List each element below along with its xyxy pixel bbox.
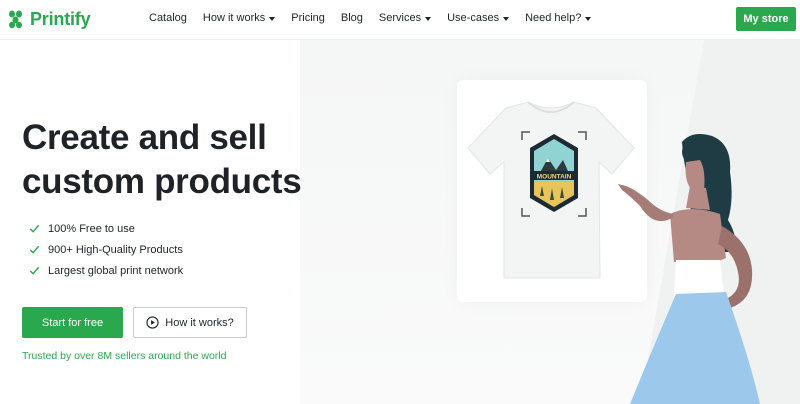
hero-title: Create and sell custom products [22,116,302,204]
feature-item: 100% Free to use [29,218,183,239]
nav-label: Need help? [525,12,582,24]
chevron-down-icon [269,16,276,21]
chevron-down-icon [503,16,510,21]
badge-text: MOUNTAIN [537,174,572,181]
check-icon [29,245,40,254]
feature-label: 900+ High-Quality Products [48,243,183,256]
nav-label: Use-cases [447,12,500,24]
nav-label: Services [378,12,422,24]
how-it-works-button[interactable]: How it works? [133,307,247,338]
logo[interactable]: Printify [6,8,91,30]
nav-use-cases[interactable]: Use-cases [447,12,510,24]
check-icon [29,266,40,275]
play-circle-icon [146,316,159,329]
main-nav: Catalog How it works Pricing Blog Servic… [149,12,607,24]
chevron-down-icon [425,16,432,21]
nav-catalog[interactable]: Catalog [149,12,187,24]
nav-label: Blog [340,12,363,24]
site-header: Printify Catalog How it works Pricing Bl… [0,0,800,40]
feature-item: 900+ High-Quality Products [29,239,183,260]
feature-label: 100% Free to use [48,222,135,235]
feature-list: 100% Free to use 900+ High-Quality Produ… [29,218,183,281]
hero-title-line1: Create and sell [22,118,267,157]
start-for-free-button[interactable]: Start for free [22,307,123,338]
my-store-button[interactable]: My store [736,7,796,31]
check-icon [29,224,40,233]
nav-label: How it works [202,12,266,24]
nav-blog[interactable]: Blog [341,12,363,24]
nav-label: Catalog [149,12,187,24]
woman-illustration [618,134,760,404]
chevron-down-icon [585,16,592,21]
how-it-works-label: How it works? [165,316,234,329]
nav-need-help[interactable]: Need help? [525,12,592,24]
logo-text: Printify [30,8,91,29]
hero-title-line2: custom products [22,162,302,201]
printify-leaf-icon [9,10,22,29]
nav-how-it-works[interactable]: How it works [202,12,276,24]
feature-item: Largest global print network [29,260,183,281]
nav-services[interactable]: Services [378,12,432,24]
trusted-text: Trusted by over 8M sellers around the wo… [22,350,227,362]
feature-label: Largest global print network [48,264,184,277]
nav-pricing[interactable]: Pricing [291,12,325,24]
nav-label: Pricing [291,12,325,24]
